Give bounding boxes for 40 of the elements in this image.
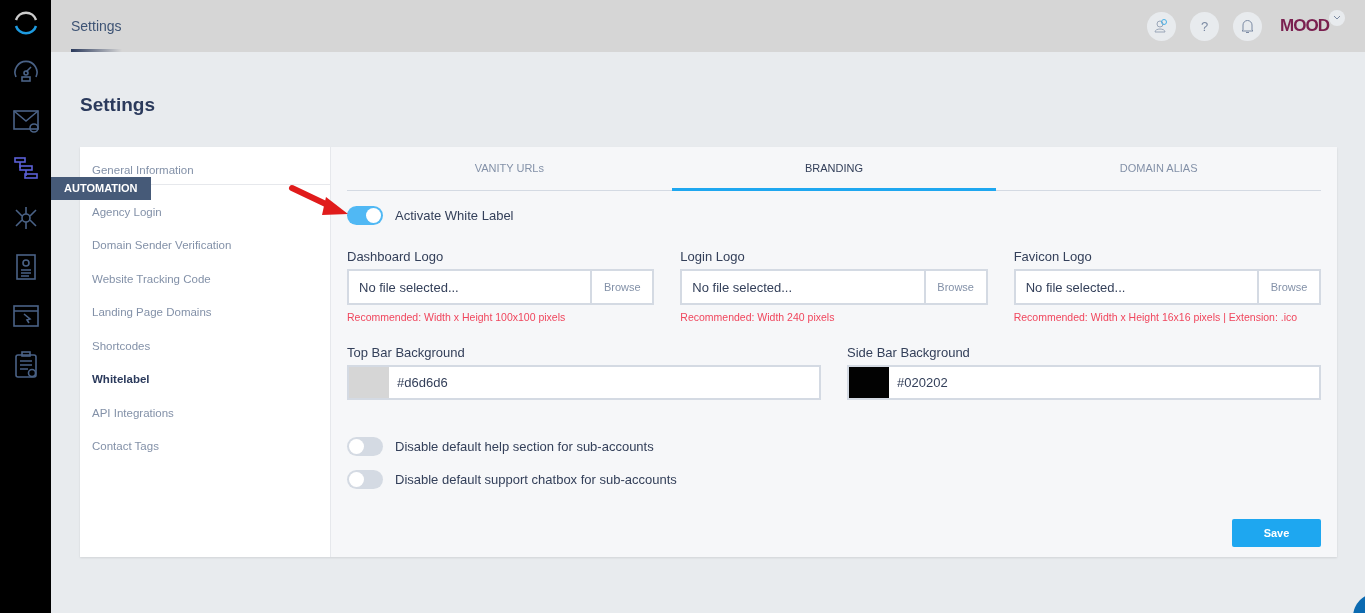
tooltip: AUTOMATION <box>51 177 151 200</box>
color-field[interactable]: #d6d6d6 <box>347 365 821 400</box>
users-icon[interactable] <box>1147 11 1177 41</box>
field-label: Top Bar Background <box>347 345 466 360</box>
save-button[interactable]: Save <box>1232 519 1321 547</box>
menu-item[interactable]: Landing Page Domains <box>80 295 224 329</box>
tab[interactable]: BRANDING <box>671 147 997 191</box>
brand-logo[interactable]: MOOD <box>1280 16 1329 36</box>
chevron-icon[interactable] <box>1329 10 1345 26</box>
file-field[interactable]: No file selected... Browse <box>1013 269 1321 305</box>
toggle-label: Activate White Label <box>395 207 514 223</box>
toggle-switch[interactable] <box>347 436 383 456</box>
toggle-switch[interactable] <box>347 469 383 489</box>
color-field[interactable]: #020202 <box>847 365 1321 400</box>
menu-item[interactable]: Website Tracking Code <box>80 262 223 296</box>
page-title: Settings <box>80 94 156 116</box>
field-label: Favicon Logo <box>1013 249 1093 264</box>
hint-text: Recommended: Width x Height 100x100 pixels <box>347 311 567 323</box>
color-swatch[interactable] <box>349 367 389 398</box>
bell-icon[interactable] <box>1233 11 1263 41</box>
menu-item[interactable]: Shortcodes <box>80 329 163 363</box>
menu-item[interactable]: Whitelabel <box>80 362 162 396</box>
field-label: Side Bar Background <box>847 345 971 360</box>
hint-text: Recommended: Width x Height 16x16 pixels | Extension: .ico <box>1013 311 1299 323</box>
top-tab[interactable]: Settings <box>71 0 122 52</box>
color-swatch[interactable] <box>849 367 889 398</box>
hint-text: Recommended: Width 240 pixels <box>680 311 836 323</box>
menu-item[interactable]: Domain Sender Verification <box>80 228 244 262</box>
help-button[interactable]: ? <box>1190 11 1220 41</box>
menu-item[interactable]: API Integrations <box>80 396 186 430</box>
toggle-label: Disable default support chatbox for sub-accounts <box>395 471 677 487</box>
tab[interactable]: VANITY URLs <box>347 147 672 191</box>
toggle-label: Disable default help section for sub-accounts <box>395 438 654 454</box>
tab[interactable]: DOMAIN ALIAS <box>996 147 1321 191</box>
toggle-switch[interactable] <box>347 205 383 225</box>
file-field[interactable]: No file selected... Browse <box>680 269 988 305</box>
field-label: Login Logo <box>680 249 746 264</box>
menu-item[interactable]: Contact Tags <box>80 429 171 463</box>
field-label: Dashboard Logo <box>347 249 445 264</box>
file-field[interactable]: No file selected... Browse <box>347 269 655 305</box>
